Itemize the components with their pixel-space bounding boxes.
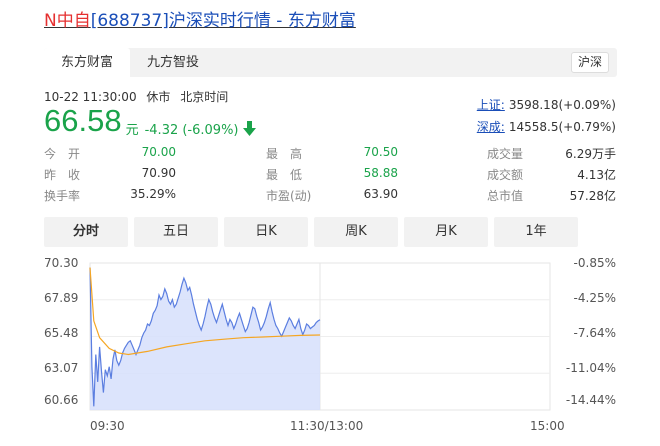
y-tick-pct-3: -11.04% (565, 361, 616, 375)
intraday-chart[interactable] (0, 0, 660, 446)
y-tick-pct-2: -7.64% (573, 326, 616, 340)
price-area-fill (90, 267, 320, 410)
y-tick-price-2: 65.48 (44, 326, 79, 340)
x-tick-midday: 11:30/13:00 (290, 419, 364, 433)
x-tick-1500: 15:00 (530, 419, 565, 433)
y-tick-pct-0: -0.85% (573, 256, 616, 270)
y-tick-pct-4: -14.44% (565, 393, 616, 407)
y-tick-price-4: 60.66 (44, 393, 79, 407)
y-tick-price-3: 63.07 (44, 361, 79, 375)
x-tick-0930: 09:30 (90, 419, 125, 433)
y-tick-price-0: 70.30 (44, 256, 79, 270)
y-tick-pct-1: -4.25% (573, 291, 616, 305)
y-tick-price-1: 67.89 (44, 291, 79, 305)
